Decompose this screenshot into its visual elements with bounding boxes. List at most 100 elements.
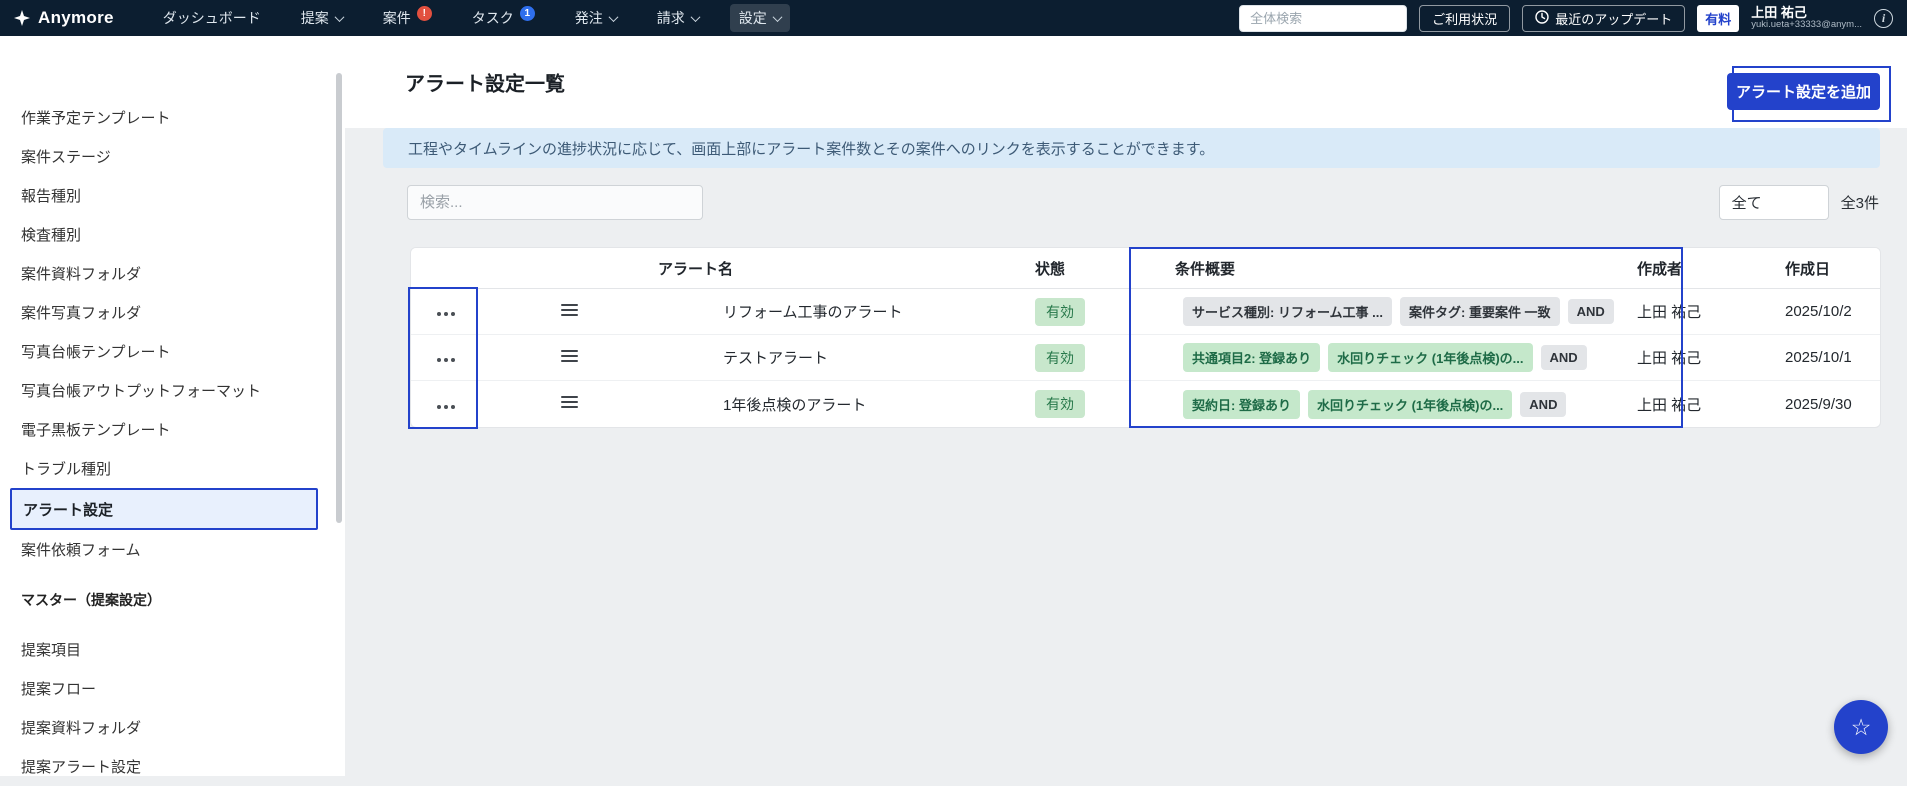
condition-chips: 契約日: 登録あり 水回りチェック (1年後点検)の... AND xyxy=(1183,389,1567,419)
table-toolbar: 全て 全3件 xyxy=(407,185,1879,220)
sidebar-list: 作業予定テンプレート 案件ステージ 報告種別 検査種別 案件資料フォルダ 案件写真フォルダ… xyxy=(0,98,345,569)
nav-item-label: 提案 xyxy=(300,10,329,26)
chevron-down-icon xyxy=(334,11,345,22)
alert-row: リフォーム工事のアラート 有効 サービス種別: リフォーム工事 ... 案件タグ: 重… xyxy=(411,289,1880,335)
author: 上田 祐己 xyxy=(1637,396,1702,414)
total-count-label: 全3件 xyxy=(1840,195,1879,212)
nav-item-billing[interactable]: 請求 xyxy=(648,4,708,32)
alert-row: テストアラート 有効 共通項目2: 登録あり 水回りチェック (1年後点検)の... A… xyxy=(411,335,1880,381)
condition-chip: AND xyxy=(1520,391,1567,417)
created-date: 2025/10/1 xyxy=(1771,335,1880,381)
sidebar-item[interactable]: 案件ステージ xyxy=(0,137,345,176)
sidebar-item[interactable]: 案件写真フォルダ xyxy=(0,293,345,332)
header-actions xyxy=(411,248,491,289)
chevron-down-icon xyxy=(608,11,619,22)
alert-table: アラート名 状態 条件概要 作成者 作成日 リフォーム工事のアラート 有効 サービス… xyxy=(410,247,1881,428)
sidebar-item[interactable]: 案件依頼フォーム xyxy=(0,530,345,569)
header-date: 作成日 xyxy=(1771,248,1880,289)
condition-chips: サービス種別: リフォーム工事 ... 案件タグ: 重要案件 一致 AND xyxy=(1183,297,1614,326)
nav-item-settings[interactable]: 設定 xyxy=(729,4,790,32)
sidebar-item[interactable]: 報告種別 xyxy=(0,176,345,215)
sidebar-item[interactable]: 電子黒板テンプレート xyxy=(0,410,345,449)
nav-item-label: ダッシュボード xyxy=(162,10,261,26)
nav-item-label: 設定 xyxy=(738,10,767,26)
sidebar-item[interactable]: 写真台帳アウトプットフォーマット xyxy=(0,371,345,410)
sidebar-item[interactable]: 案件資料フォルダ xyxy=(0,254,345,293)
row-menu-button[interactable] xyxy=(433,354,458,366)
sidebar-item[interactable]: 作業予定テンプレート xyxy=(0,98,345,137)
chevron-down-icon xyxy=(772,11,783,22)
condition-chip: AND xyxy=(1567,299,1614,324)
clock-icon xyxy=(1535,9,1549,27)
brand-logo[interactable]: Anymore xyxy=(14,8,114,28)
nav-item-label: 発注 xyxy=(574,10,603,26)
app-body: 作業予定テンプレート 案件ステージ 報告種別 検査種別 案件資料フォルダ 案件写真フォルダ… xyxy=(0,36,1907,776)
status-filter-value: 全て xyxy=(1731,195,1762,212)
info-icon[interactable]: i xyxy=(1874,8,1893,28)
sidebar-item[interactable]: 提案アラート設定 xyxy=(0,747,345,786)
info-banner: 工程やタイムラインの進捗状況に応じて、画面上部にアラート案件数とその案件へのリン… xyxy=(383,128,1880,168)
brand-name: Anymore xyxy=(38,8,114,27)
add-alert-setting-button[interactable]: アラート設定を追加 xyxy=(1726,73,1880,110)
info-banner-text: 工程やタイムラインの進捗状況に応じて、画面上部にアラート案件数とその案件へのリン… xyxy=(408,140,1215,158)
alert-name: 1年後点検のアラート xyxy=(723,396,867,414)
condition-chips: 共通項目2: 登録あり 水回りチェック (1年後点検)の... AND xyxy=(1183,343,1587,372)
header-alert-name: アラート名 xyxy=(633,248,1021,289)
nav-item-orders[interactable]: 発注 xyxy=(566,4,626,32)
condition-chip: 水回りチェック (1年後点検)の... xyxy=(1307,389,1513,419)
nav-item-tasks[interactable]: タスク 1 xyxy=(463,4,544,32)
condition-chip: AND xyxy=(1540,345,1587,370)
alert-name: テストアラート xyxy=(633,335,1021,381)
author: 上田 祐己 xyxy=(1621,289,1771,335)
recent-updates-button[interactable]: 最近のアップデート xyxy=(1522,4,1686,32)
nav-badge: 1 xyxy=(519,5,535,21)
nav-item-label: 案件 xyxy=(382,10,411,26)
sidebar-scrollbar[interactable] xyxy=(336,73,342,523)
row-menu-button[interactable] xyxy=(433,308,458,320)
condition-chip: サービス種別: リフォーム工事 ... xyxy=(1183,297,1392,326)
table-search-input[interactable] xyxy=(407,185,703,220)
floating-star-button[interactable]: ☆ xyxy=(1834,700,1888,754)
table-header-row: アラート名 状態 条件概要 作成者 作成日 xyxy=(411,248,1880,289)
alert-row: 1年後点検のアラート 有効 契約日: 登録あり 水回りチェック (1年後点検)の...… xyxy=(411,381,1880,427)
row-menu-button[interactable] xyxy=(433,401,458,413)
usage-status-button[interactable]: ご利用状況 xyxy=(1419,4,1511,32)
drag-handle-icon[interactable] xyxy=(561,393,578,411)
drag-handle-icon[interactable] xyxy=(561,347,578,365)
user-email: yuki.ueta+33333@anym... xyxy=(1751,19,1862,30)
header-status: 状態 xyxy=(1021,248,1161,289)
condition-chip: 契約日: 登録あり xyxy=(1183,389,1300,419)
sidebar-item-alert-settings[interactable]: アラート設定 xyxy=(10,488,318,530)
author: 上田 祐己 xyxy=(1621,335,1771,381)
sidebar-item[interactable]: トラブル種別 xyxy=(0,449,345,488)
sidebar-section-list: 提案項目 提案フロー 提案資料フォルダ 提案アラート設定 xyxy=(0,630,345,786)
main-nav: ダッシュボード 提案 案件! タスク 1 発注 請求 設定 xyxy=(154,4,790,32)
user-name: 上田 祐己 xyxy=(1751,4,1807,20)
nav-item-dashboard[interactable]: ダッシュボード xyxy=(154,4,270,32)
nav-item-proposals[interactable]: 提案 xyxy=(292,4,352,32)
main-content: アラート設定一覧 アラート設定を追加 工程やタイムラインの進捗状況に応じて、画面… xyxy=(345,36,1907,776)
nav-item-label: タスク xyxy=(471,10,514,26)
sidebar-item[interactable]: 提案項目 xyxy=(0,630,345,669)
recent-updates-label: 最近のアップデート xyxy=(1555,11,1673,27)
user-menu[interactable]: 上田 祐己 yuki.ueta+33333@anym... xyxy=(1751,4,1862,31)
created-date: 2025/10/2 xyxy=(1771,289,1880,335)
nav-right-group: ご利用状況 最近のアップデート 有料 上田 祐己 yuki.ueta+33333… xyxy=(1239,4,1893,32)
global-search-input[interactable] xyxy=(1239,4,1408,32)
header-drag xyxy=(491,248,633,289)
nav-item-cases[interactable]: 案件! xyxy=(374,4,441,32)
status-filter-select[interactable]: 全て xyxy=(1718,185,1829,220)
sidebar-item[interactable]: 提案資料フォルダ xyxy=(0,708,345,747)
chevron-down-icon xyxy=(690,11,701,22)
condition-chip: 共通項目2: 登録あり xyxy=(1183,343,1321,372)
drag-handle-icon[interactable] xyxy=(561,301,578,319)
condition-chip: 水回りチェック (1年後点検)の... xyxy=(1328,343,1533,372)
sidebar-item[interactable]: 提案フロー xyxy=(0,669,345,708)
settings-sidebar: 作業予定テンプレート 案件ステージ 報告種別 検査種別 案件資料フォルダ 案件写真フォルダ… xyxy=(0,36,345,776)
top-navigation: Anymore ダッシュボード 提案 案件! タスク 1 発注 請求 設定 ご利用状況 最近の… xyxy=(0,0,1907,36)
sidebar-item[interactable]: 検査種別 xyxy=(0,215,345,254)
condition-chip: 案件タグ: 重要案件 一致 xyxy=(1400,297,1560,326)
nav-badge: ! xyxy=(416,5,432,21)
nav-item-label: 請求 xyxy=(656,10,685,26)
sidebar-item[interactable]: 写真台帳テンプレート xyxy=(0,332,345,371)
